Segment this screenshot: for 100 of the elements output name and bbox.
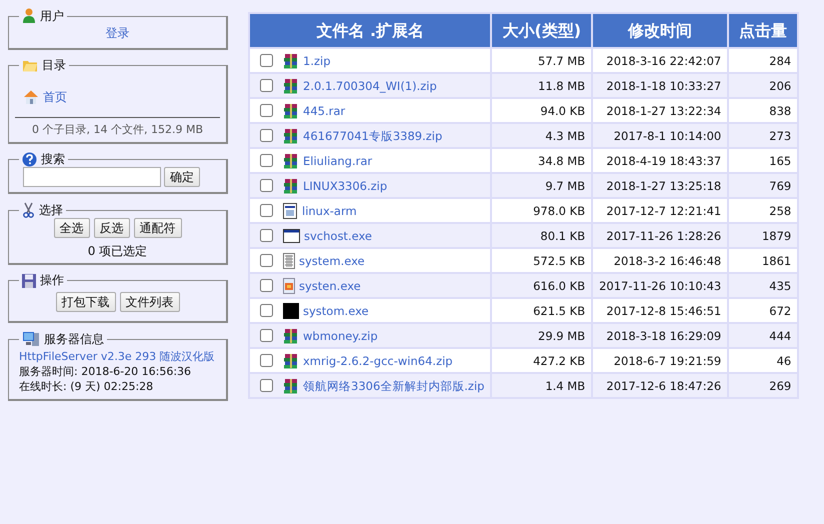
row-checkbox[interactable] (260, 129, 273, 142)
file-link[interactable]: linux-arm (302, 204, 357, 218)
column-header[interactable]: 大小(类型) (492, 14, 592, 47)
panel-title: 目录 (42, 58, 66, 73)
table-cell: 2018-4-19 18:43:37 (606, 154, 722, 168)
file-link[interactable]: systen.exe (299, 278, 361, 292)
table-cell: 978.0 KB (533, 204, 586, 218)
scissors-icon (22, 202, 35, 218)
file-link[interactable]: svchost.exe (304, 228, 372, 242)
search-field[interactable] (23, 167, 161, 187)
column-header[interactable]: 点击量 (729, 14, 798, 47)
server-info: 在线时长: (9 天) 02:25:28 (19, 379, 154, 394)
row-checkbox[interactable] (260, 154, 273, 167)
table-cell: 206 (769, 78, 792, 92)
row-checkbox[interactable] (260, 104, 273, 117)
table-cell: 1861 (762, 254, 792, 268)
panel-title: 操作 (40, 273, 64, 288)
archive-icon (283, 352, 299, 368)
row-checkbox[interactable] (260, 254, 273, 267)
table-cell: 427.2 KB (533, 354, 586, 368)
row-checkbox[interactable] (260, 179, 273, 192)
table-cell: 4.3 MB (545, 128, 586, 142)
table-cell: 2018-1-18 10:33:27 (606, 78, 722, 92)
table-cell: 444 (769, 328, 792, 342)
login-link[interactable]: 登录 (106, 26, 130, 40)
action-button[interactable]: 通配符 (134, 218, 182, 238)
user-icon (22, 8, 36, 24)
server-info: 服务器时间: 2018-6-20 16:56:36 (19, 364, 192, 379)
file-link[interactable]: systom.exe (303, 304, 369, 318)
panel-title: 搜索 (41, 152, 65, 167)
archive-icon (283, 178, 299, 194)
help-icon (22, 152, 37, 167)
table-cell: 435 (769, 278, 792, 292)
archive-icon (283, 128, 299, 144)
file-link[interactable]: wbmoney.zip (303, 328, 378, 342)
image-file-icon (283, 278, 295, 294)
row-checkbox[interactable] (260, 329, 273, 342)
archive-icon (283, 52, 299, 68)
table-cell: 80.1 KB (540, 228, 586, 242)
table-cell: 94.0 KB (540, 104, 586, 118)
app-window-icon (283, 202, 298, 218)
server-link[interactable]: HttpFileServer v2.3e 293 随波汉化版 (19, 349, 216, 364)
table-cell: 838 (769, 104, 792, 118)
row-checkbox[interactable] (260, 379, 273, 392)
table-cell: 2017-12-8 15:46:51 (606, 304, 722, 318)
row-checkbox[interactable] (260, 354, 273, 367)
folder-summary: 0 个子目录, 14 个文件, 152.9 MB (15, 117, 220, 137)
home-link[interactable]: 首页 (43, 90, 67, 104)
table-cell: 2018-6-7 19:21:59 (614, 354, 722, 368)
table-cell: 572.5 KB (533, 254, 586, 268)
file-link[interactable]: 1.zip (303, 54, 331, 68)
row-checkbox[interactable] (260, 79, 273, 92)
panel-title: 用户 (40, 8, 64, 24)
table-cell: 769 (769, 178, 792, 192)
table-cell: 2018-1-27 13:22:34 (606, 104, 722, 118)
document-icon (283, 252, 295, 268)
window-icon (283, 228, 300, 242)
archive-icon (283, 102, 299, 118)
table-cell: 2017-8-1 10:14:00 (614, 128, 722, 142)
table-cell: 2017-12-6 18:47:26 (606, 378, 722, 392)
search-button[interactable]: 确定 (164, 167, 200, 187)
file-link[interactable]: 445.rar (303, 104, 346, 118)
file-link[interactable]: Eliuliang.rar (303, 154, 372, 168)
panel-title: 服务器信息 (44, 332, 104, 346)
table-cell: 11.8 MB (538, 78, 586, 92)
table-cell: 2018-1-27 13:25:18 (606, 178, 722, 192)
table-cell: 34.8 MB (538, 154, 586, 168)
table-cell: 2018-3-16 22:42:07 (606, 54, 722, 68)
action-button[interactable]: 反选 (94, 218, 130, 238)
table-cell: 1.4 MB (545, 378, 586, 392)
row-checkbox[interactable] (260, 279, 273, 292)
panel-title: 选择 (39, 202, 63, 218)
archive-icon (283, 378, 299, 394)
archive-icon (283, 78, 299, 94)
folder-icon (22, 58, 38, 73)
row-checkbox[interactable] (260, 304, 273, 317)
column-header[interactable]: 修改时间 (593, 14, 728, 47)
table-cell: 672 (769, 304, 792, 318)
table-cell: 2017-12-7 12:21:41 (606, 204, 722, 218)
program-icon (283, 302, 299, 318)
table-cell: 2018-3-18 16:29:09 (606, 328, 722, 342)
home-icon (23, 89, 39, 105)
table-cell: 616.0 KB (533, 278, 586, 292)
table-cell: 1879 (762, 228, 792, 242)
table-cell: 57.7 MB (538, 54, 586, 68)
table-cell: 2017-11-26 10:10:43 (599, 278, 722, 292)
table-cell: 269 (769, 378, 792, 392)
action-button[interactable]: 全选 (54, 218, 90, 238)
row-checkbox[interactable] (260, 229, 273, 242)
column-header[interactable]: 文件名 .扩展名 (250, 14, 490, 47)
archive-icon (283, 152, 299, 168)
table-cell: 29.9 MB (538, 328, 586, 342)
floppy-icon (22, 274, 36, 288)
table-cell: 2017-11-26 1:28:26 (606, 228, 722, 242)
table-cell: 258 (769, 204, 792, 218)
row-checkbox[interactable] (260, 54, 273, 67)
action-button[interactable]: 打包下载 (56, 292, 116, 312)
action-button[interactable]: 文件列表 (120, 292, 180, 312)
row-checkbox[interactable] (260, 204, 273, 217)
file-link[interactable]: system.exe (299, 254, 365, 268)
